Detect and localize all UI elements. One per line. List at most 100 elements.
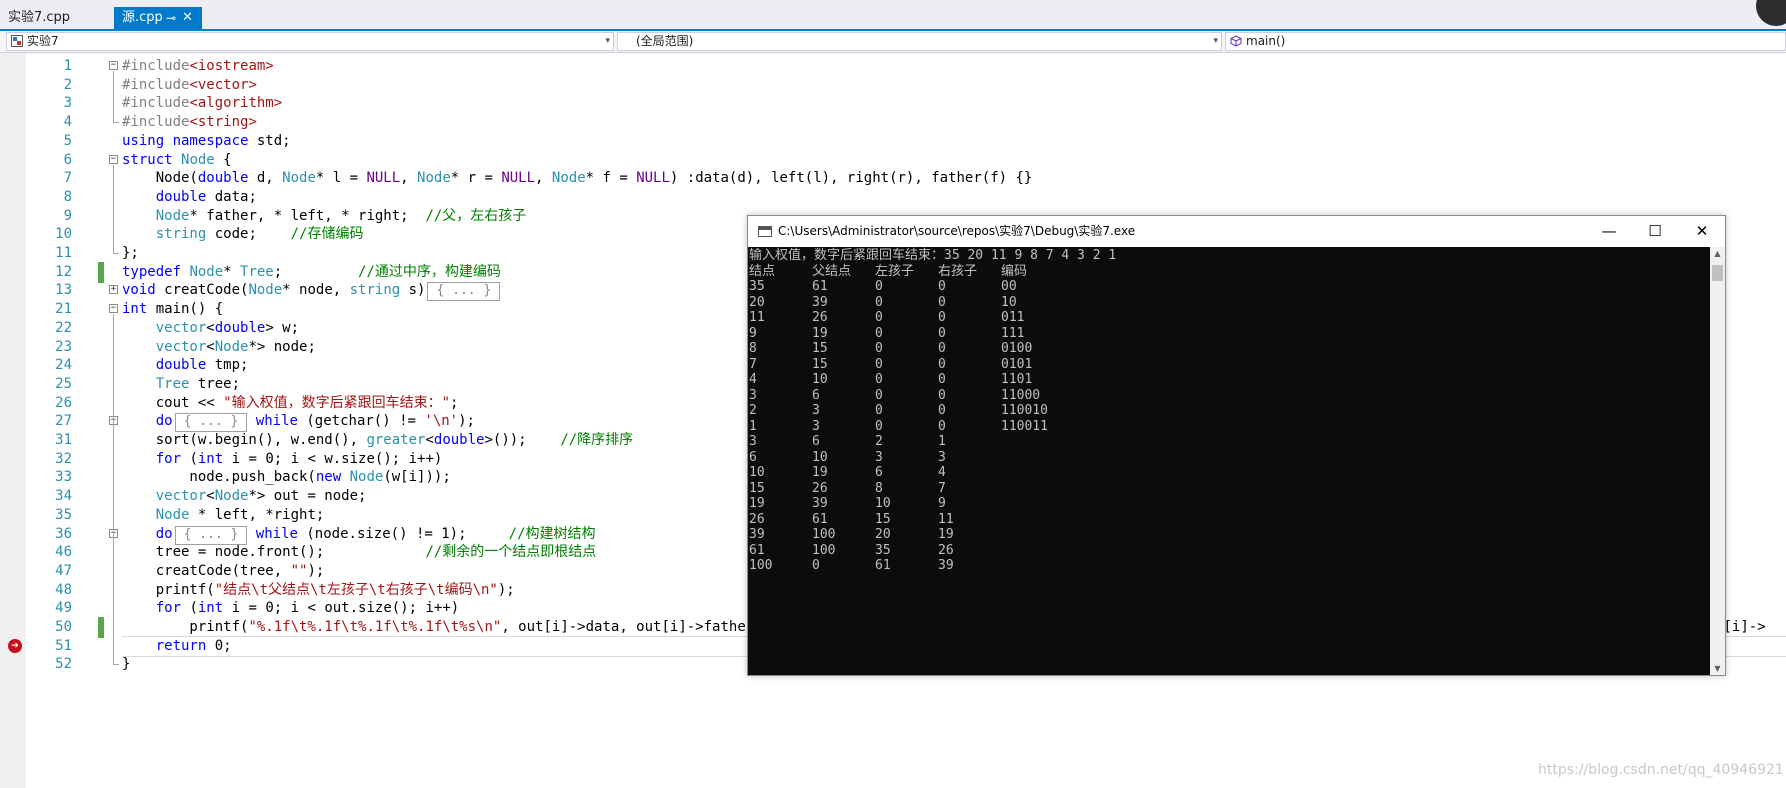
console-cell: 100: [812, 527, 836, 542]
code-token: (: [181, 450, 198, 467]
scope-name: (全局范围): [636, 34, 694, 48]
console-window[interactable]: C:\Users\Administrator\source\repos\实验7\…: [747, 215, 1726, 676]
code-token: *> out = node;: [248, 488, 367, 505]
code-token: printf(: [122, 581, 215, 598]
code-token: greater: [366, 432, 426, 448]
console-cell: 26: [938, 542, 954, 558]
console-cell: 10: [1001, 294, 1017, 310]
code-token: );: [307, 562, 325, 579]
code-token: while: [247, 413, 298, 430]
close-icon[interactable]: ✕: [182, 7, 193, 29]
tab-label: 源.cpp: [122, 10, 163, 25]
code-token: ) :data(d), left(l), right(r), father(f)…: [669, 170, 1033, 187]
expand-icon[interactable]: +: [109, 285, 118, 295]
code-token: * node,: [282, 282, 350, 299]
code-token: while: [247, 525, 298, 542]
code-token: //父，左右孩子: [425, 207, 527, 224]
code-token: vector: [155, 319, 207, 336]
code-token: {: [214, 151, 232, 168]
console-title-bar[interactable]: C:\Users\Administrator\source\repos\实验7\…: [748, 216, 1725, 247]
tab-source-cpp[interactable]: 源.cpp ⊸ ✕: [114, 7, 202, 29]
console-prompt: 输入权值，数字后紧跟回车结束：35 20 11 9 8 7 4 3 2 1: [749, 248, 1117, 263]
console-cell: 0: [938, 418, 946, 434]
code-token: (: [181, 600, 198, 617]
scroll-down-icon[interactable]: ▼: [1710, 664, 1725, 673]
scope-dropdown[interactable]: (全局范围) ▾: [617, 32, 1222, 51]
console-cell: 0: [875, 294, 883, 310]
minimize-button[interactable]: —: [1586, 216, 1632, 247]
console-cell: 100: [749, 558, 773, 573]
code-token: NULL: [501, 170, 536, 187]
collapse-icon[interactable]: −: [109, 154, 118, 164]
console-output[interactable]: 输入权值，数字后紧跟回车结束：35 20 11 9 8 7 4 3 2 1 结点 父…: [748, 247, 1710, 675]
console-cell: 15: [749, 480, 765, 496]
console-scrollbar[interactable]: ▲ ▼: [1710, 247, 1725, 675]
fold-guide-end: [113, 664, 119, 666]
console-cell: 9: [938, 496, 946, 511]
code-token: tree;: [189, 375, 241, 392]
project-dropdown[interactable]: 实验7 ▾: [6, 32, 614, 51]
maximize-button[interactable]: ☐: [1632, 216, 1678, 247]
console-cell: 8: [875, 480, 883, 496]
console-cell: 15: [812, 356, 828, 372]
scrollbar-thumb[interactable]: [1712, 265, 1723, 281]
breakpoint-arrow-icon[interactable]: ➔: [8, 638, 22, 653]
console-cell: 左孩子: [875, 263, 915, 279]
console-cell: 11: [938, 511, 954, 527]
fold-guide: [113, 314, 114, 666]
code-token: for: [155, 450, 182, 467]
code-token: <: [206, 488, 215, 505]
member-dropdown[interactable]: main(): [1225, 32, 1786, 51]
console-cell: 0: [812, 558, 820, 573]
console-cell: 8: [749, 341, 757, 356]
pin-icon[interactable]: ⊸: [166, 7, 176, 29]
console-cell: 3: [812, 403, 820, 418]
console-cell: 110010: [1001, 403, 1048, 418]
code-token: "%.1f\t%.1f\t%.1f\t%.1f\t%s\n": [248, 619, 502, 635]
code-token: void: [122, 282, 165, 299]
close-button[interactable]: ✕: [1679, 216, 1725, 247]
member-name: main(): [1246, 34, 1286, 48]
console-cell: 61: [812, 279, 828, 294]
scroll-up-icon[interactable]: ▲: [1710, 249, 1725, 258]
code-token: vector: [155, 488, 207, 505]
code-token: creatCode(: [164, 282, 249, 299]
console-cell: 0: [875, 372, 883, 387]
code-token: * left, *right;: [189, 506, 325, 523]
console-cell: 19: [812, 325, 828, 341]
console-cell: 19: [749, 496, 765, 511]
code-token: for: [155, 600, 182, 617]
code-token: using namespace: [122, 132, 257, 149]
code-token: double: [214, 319, 266, 336]
code-token: Tree: [155, 375, 190, 392]
code-token: tmp;: [206, 357, 249, 374]
code-token: *: [223, 263, 241, 280]
account-avatar-icon[interactable]: [1756, 0, 1786, 26]
code-token: #include: [122, 58, 190, 74]
code-token: <: [206, 338, 215, 355]
code-token: 0;: [206, 637, 232, 654]
code-token: NULL: [636, 170, 670, 187]
collapse-icon[interactable]: −: [109, 61, 118, 70]
console-cell: 10: [875, 496, 891, 511]
code-text[interactable]: }: [122, 654, 130, 675]
tab-experiment7-cpp[interactable]: 实验7.cpp: [0, 7, 112, 29]
collapse-icon[interactable]: −: [109, 304, 118, 314]
code-token: Node: [214, 338, 249, 355]
code-token: string: [155, 226, 207, 243]
code-token: );: [497, 581, 515, 598]
code-token: Node: [155, 506, 190, 523]
code-token: Node: [417, 170, 451, 187]
console-cell: 6: [812, 387, 820, 403]
code-token: (node.size() != 1);: [297, 525, 509, 542]
console-cell: 0: [875, 387, 883, 403]
console-cell: 0: [875, 341, 883, 356]
code-token: <: [206, 319, 215, 336]
